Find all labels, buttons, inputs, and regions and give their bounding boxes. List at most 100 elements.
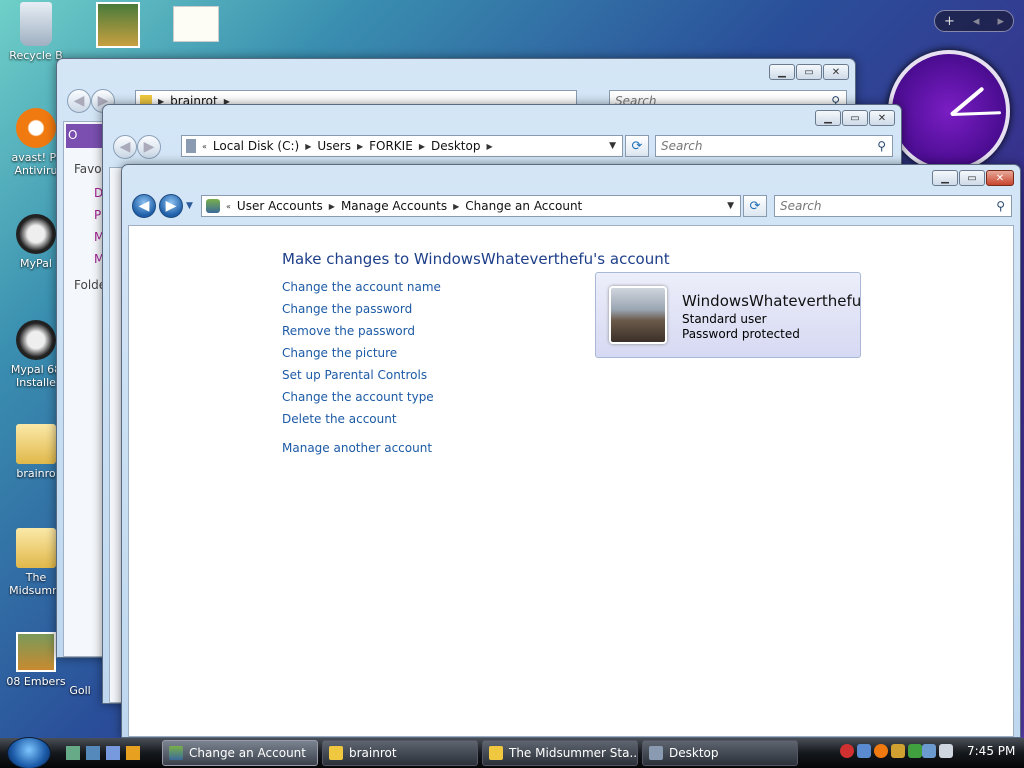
forward-button[interactable]: ▶ bbox=[159, 194, 183, 218]
network-icon[interactable] bbox=[922, 744, 936, 758]
desktop-icon-label: Recycle B bbox=[9, 49, 63, 62]
clock-gadget[interactable] bbox=[888, 50, 1010, 172]
desktop-icon-label: The Midsumm bbox=[9, 571, 63, 597]
notification-area bbox=[840, 744, 922, 762]
tray-app-icon[interactable] bbox=[891, 744, 905, 758]
start-button[interactable] bbox=[7, 737, 51, 768]
mypal-installer-icon bbox=[16, 320, 56, 360]
link-parental-controls[interactable]: Set up Parental Controls bbox=[282, 368, 427, 382]
breadcrumb-local-disk[interactable]: Local Disk (C:) bbox=[213, 139, 299, 153]
desktop-icon-label: brainro bbox=[16, 467, 56, 480]
sidebar-item[interactable]: P bbox=[94, 208, 101, 222]
minimize-button[interactable]: ▁ bbox=[815, 110, 841, 126]
certificate-icon bbox=[173, 6, 219, 42]
taskbar-item-change-account[interactable]: Change an Account bbox=[162, 740, 318, 766]
search-icon[interactable]: ⚲ bbox=[877, 139, 886, 153]
media-icon[interactable] bbox=[126, 746, 140, 760]
search-input[interactable]: Search bbox=[780, 199, 822, 213]
desktop-icon-label: MyPal bbox=[20, 257, 52, 270]
user-accounts-icon bbox=[169, 746, 183, 760]
taskbar-item-midsummer[interactable]: The Midsummer Sta... bbox=[482, 740, 638, 766]
breadcrumb-manage-accounts[interactable]: Manage Accounts bbox=[341, 199, 447, 213]
chevron-down-icon[interactable]: ▼ bbox=[727, 201, 734, 211]
avast-icon bbox=[16, 108, 56, 148]
link-change-picture[interactable]: Change the picture bbox=[282, 346, 397, 360]
avast-tray-icon[interactable] bbox=[874, 744, 888, 758]
user-accounts-icon bbox=[206, 199, 220, 213]
check-icon[interactable] bbox=[908, 744, 922, 758]
add-gadget-icon[interactable]: + bbox=[944, 14, 955, 29]
link-change-account-type[interactable]: Change the account type bbox=[282, 390, 434, 404]
back-button[interactable]: ◀ bbox=[132, 194, 156, 218]
link-delete-account[interactable]: Delete the account bbox=[282, 412, 397, 426]
history-dropdown-icon[interactable]: ▼ bbox=[186, 201, 193, 211]
folder-icon bbox=[16, 528, 56, 568]
refresh-icon[interactable]: ⟳ bbox=[743, 195, 767, 217]
window-change-account[interactable]: ▁ ▭ ✕ ◀ ▶ ▼ « User Accounts ▶ Manage Acc… bbox=[121, 164, 1021, 738]
breadcrumb-desktop[interactable]: Desktop bbox=[431, 139, 481, 153]
audio-icon bbox=[16, 632, 56, 672]
breadcrumb-user-accounts[interactable]: User Accounts bbox=[237, 199, 323, 213]
computer-icon bbox=[649, 746, 663, 760]
maximize-button[interactable]: ▭ bbox=[842, 110, 868, 126]
folder-icon bbox=[16, 424, 56, 464]
account-status: Password protected bbox=[682, 327, 800, 341]
system-tray bbox=[922, 744, 953, 762]
minimize-button[interactable]: ▁ bbox=[932, 170, 958, 186]
taskbar-item-desktop[interactable]: Desktop bbox=[642, 740, 798, 766]
folder-icon bbox=[329, 746, 343, 760]
security-alert-icon[interactable] bbox=[840, 744, 854, 758]
image-icon bbox=[96, 2, 140, 48]
desktop-icon-recycle-bin[interactable]: Recycle B bbox=[4, 2, 68, 62]
back-button[interactable]: ◀ bbox=[67, 89, 91, 113]
chevron-down-icon[interactable]: ▼ bbox=[609, 141, 616, 151]
clock-minute-hand bbox=[950, 111, 1002, 116]
recycle-bin-icon bbox=[20, 2, 52, 46]
close-button[interactable]: ✕ bbox=[823, 64, 849, 80]
close-button[interactable]: ✕ bbox=[869, 110, 895, 126]
window-switcher-icon[interactable] bbox=[86, 746, 100, 760]
search-input[interactable]: Search bbox=[661, 139, 703, 153]
desktop-icon-label: 08 Embers bbox=[6, 675, 66, 688]
account-card: WindowsWhateverthefu Standard user Passw… bbox=[595, 272, 861, 358]
refresh-icon[interactable]: ⟳ bbox=[625, 135, 649, 157]
desktop-icon-label: Goll bbox=[69, 684, 91, 697]
account-name: WindowsWhateverthefu bbox=[682, 292, 862, 310]
link-change-account-name[interactable]: Change the account name bbox=[282, 280, 441, 294]
desktop-icon-image[interactable] bbox=[86, 2, 150, 51]
desktop-icon-label: Mypal 68 Installe bbox=[10, 363, 62, 389]
taskbar-item-brainrot[interactable]: brainrot bbox=[322, 740, 478, 766]
desktop-icon-goll[interactable]: Goll bbox=[60, 684, 100, 697]
maximize-button[interactable]: ▭ bbox=[959, 170, 985, 186]
link-remove-password[interactable]: Remove the password bbox=[282, 324, 415, 338]
desktop-icon-label: avast! Pr Antiviru bbox=[11, 151, 61, 177]
gadget-toolbar[interactable]: + ◂ ▸ bbox=[934, 10, 1014, 32]
link-manage-another-account[interactable]: Manage another account bbox=[282, 441, 432, 455]
sidebar-item: Favo bbox=[74, 162, 102, 176]
breadcrumb-forkie[interactable]: FORKIE bbox=[369, 139, 413, 153]
account-type: Standard user bbox=[682, 312, 767, 326]
media-player-icon[interactable] bbox=[106, 746, 120, 760]
maximize-button[interactable]: ▭ bbox=[796, 64, 822, 80]
mypal-icon bbox=[16, 214, 56, 254]
breadcrumb-change-account[interactable]: Change an Account bbox=[465, 199, 582, 213]
desktop-icon-certificate[interactable] bbox=[164, 6, 228, 45]
link-change-password[interactable]: Change the password bbox=[282, 302, 412, 316]
back-button[interactable]: ◀ bbox=[113, 135, 137, 159]
folder-icon bbox=[489, 746, 503, 760]
forward-button[interactable]: ▶ bbox=[137, 135, 161, 159]
breadcrumb-users[interactable]: Users bbox=[317, 139, 351, 153]
next-icon[interactable]: ▸ bbox=[997, 14, 1004, 29]
page-title: Make changes to WindowsWhateverthefu's a… bbox=[282, 250, 670, 268]
account-picture bbox=[609, 286, 667, 344]
show-desktop-icon[interactable] bbox=[66, 746, 80, 760]
volume-icon[interactable] bbox=[939, 744, 953, 758]
close-button[interactable]: ✕ bbox=[986, 170, 1014, 186]
quick-launch bbox=[66, 746, 140, 760]
taskbar-clock[interactable]: 7:45 PM bbox=[967, 744, 1015, 758]
minimize-button[interactable]: ▁ bbox=[769, 64, 795, 80]
tray-app-icon[interactable] bbox=[857, 744, 871, 758]
search-icon[interactable]: ⚲ bbox=[996, 199, 1005, 213]
computer-icon bbox=[186, 139, 196, 153]
prev-icon[interactable]: ◂ bbox=[973, 14, 980, 29]
